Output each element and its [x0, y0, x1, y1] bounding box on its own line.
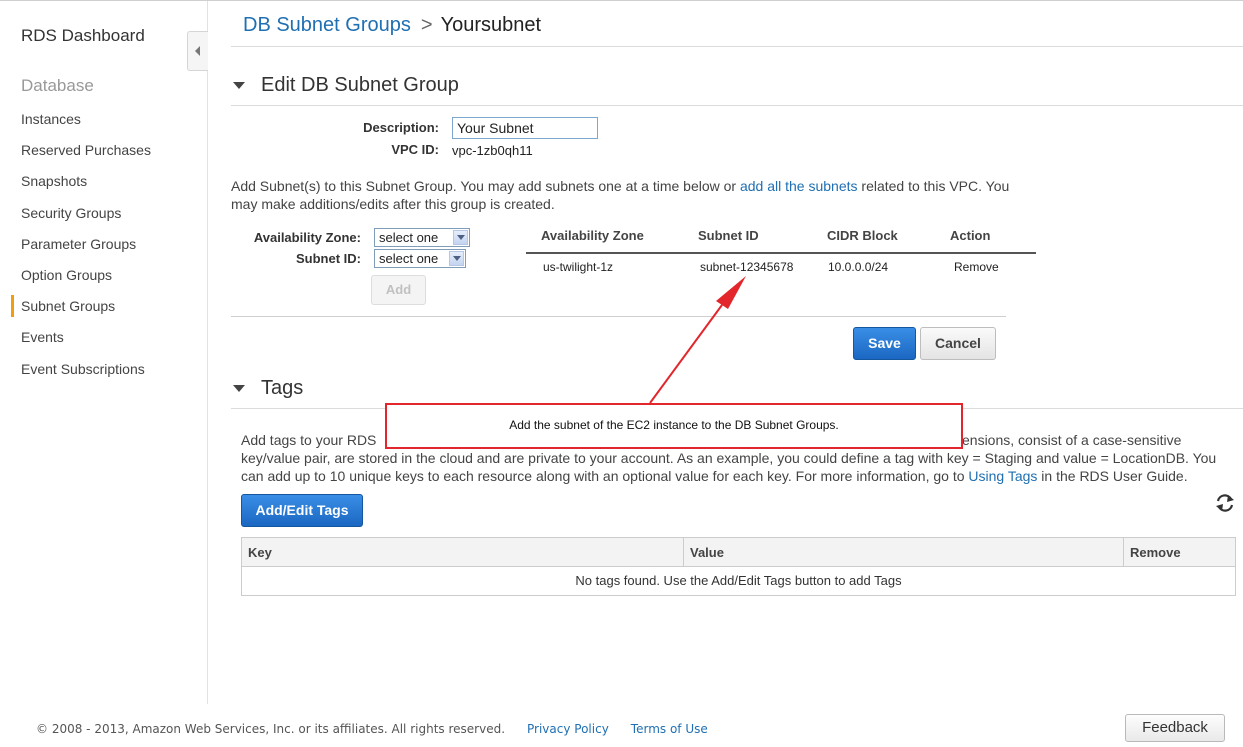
edit-section-divider	[231, 105, 1243, 106]
tags-info-line3-part1: can add up to 10 unique keys to each res…	[241, 468, 969, 484]
subnet-row-subnet-id: subnet-12345678	[700, 260, 794, 274]
sidebar-nav-list: Instances Reserved Purchases Snapshots S…	[0, 108, 207, 389]
refresh-icon[interactable]	[1214, 492, 1236, 514]
subnet-row-cidr: 10.0.0.0/24	[828, 260, 889, 274]
form-divider	[231, 316, 1006, 317]
add-subnet-button[interactable]: Add	[371, 275, 426, 305]
subnet-id-select-value: select one	[379, 251, 439, 266]
chevron-down-icon[interactable]	[453, 230, 468, 245]
sidebar-item-parameter-groups[interactable]: Parameter Groups	[0, 233, 207, 264]
subnet-id-select[interactable]: select one	[374, 249, 466, 268]
sidebar-item-event-subscriptions[interactable]: Event Subscriptions	[0, 358, 207, 389]
footer: © 2008 - 2013, Amazon Web Services, Inc.…	[36, 722, 708, 736]
chevron-down-icon[interactable]	[449, 251, 464, 266]
tags-info-line3: can add up to 10 unique keys to each res…	[241, 467, 1243, 485]
tags-info-line1-start: Add tags to your RDS r	[241, 432, 381, 448]
tags-info-line1-end: ensions, consist of a case-sensitive	[962, 432, 1182, 448]
feedback-button[interactable]: Feedback	[1125, 714, 1225, 742]
availability-zone-select[interactable]: select one	[374, 228, 470, 247]
tags-info-line2: key/value pair, are stored in the cloud …	[241, 450, 1217, 466]
subnet-table-header-action: Action	[950, 228, 991, 243]
subnet-table-header-cidr: CIDR Block	[827, 228, 898, 243]
tags-empty-message: No tags found. Use the Add/Edit Tags but…	[575, 573, 902, 588]
breadcrumb-current: Yoursubnet	[440, 14, 542, 36]
add-all-subnets-link[interactable]: add all the subnets	[740, 178, 858, 194]
sidebar-item-option-groups[interactable]: Option Groups	[0, 264, 207, 295]
tags-info-line3-part2: in the RDS User Guide.	[1037, 468, 1188, 484]
tags-table-header: Key Value Remove	[242, 538, 1235, 567]
sidebar-item-instances[interactable]: Instances	[0, 108, 207, 139]
subnet-info-part1: Add Subnet(s) to this Subnet Group. You …	[231, 178, 740, 194]
tags-header-key[interactable]: Key	[242, 538, 683, 567]
sidebar-item-snapshots[interactable]: Snapshots	[0, 170, 207, 201]
vpc-id-value: vpc-1zb0qh11	[452, 143, 533, 158]
tags-table: Key Value Remove No tags found. Use the …	[241, 537, 1236, 596]
breadcrumb-separator: >	[420, 14, 433, 36]
subnet-info-text: Add Subnet(s) to this Subnet Group. You …	[231, 177, 1243, 213]
caret-down-icon[interactable]	[233, 385, 245, 392]
footer-copyright: © 2008 - 2013, Amazon Web Services, Inc.…	[36, 722, 506, 736]
sidebar: RDS Dashboard Database Instances Reserve…	[0, 1, 208, 704]
subnet-info-part2: related to this VPC. You	[857, 178, 1010, 194]
edit-section-title: Edit DB Subnet Group	[261, 74, 459, 96]
subnet-table-header-subnet-id: Subnet ID	[698, 228, 759, 243]
subnet-row-remove-link[interactable]: Remove	[954, 260, 999, 274]
subnet-info-line2: may make additions/edits after this grou…	[231, 196, 555, 212]
tags-section-title: Tags	[261, 377, 304, 399]
terms-of-use-link[interactable]: Terms of Use	[631, 722, 708, 736]
sidebar-item-events[interactable]: Events	[0, 326, 207, 357]
annotation-callout: Add the subnet of the EC2 instance to th…	[385, 403, 963, 449]
add-edit-tags-button[interactable]: Add/Edit Tags	[241, 494, 363, 527]
edit-section-header[interactable]: Edit DB Subnet Group	[233, 74, 459, 97]
subnet-table-header-rule	[526, 252, 1036, 254]
collapse-sidebar-button[interactable]	[187, 31, 208, 71]
description-label: Description:	[363, 120, 439, 135]
tags-header-remove[interactable]: Remove	[1123, 538, 1235, 567]
availability-zone-select-value: select one	[379, 230, 439, 245]
sidebar-item-reserved-purchases[interactable]: Reserved Purchases	[0, 139, 207, 170]
sidebar-section-database: Database	[21, 76, 94, 95]
availability-zone-label: Availability Zone:	[253, 230, 361, 245]
save-button[interactable]: Save	[853, 327, 916, 360]
caret-down-icon[interactable]	[233, 82, 245, 89]
tags-header-value[interactable]: Value	[683, 538, 1123, 567]
privacy-policy-link[interactable]: Privacy Policy	[527, 722, 609, 736]
sidebar-item-subnet-groups[interactable]: Subnet Groups	[0, 295, 207, 326]
sidebar-title[interactable]: RDS Dashboard	[21, 26, 145, 46]
vpc-id-label: VPC ID:	[391, 142, 439, 157]
subnet-id-label: Subnet ID:	[296, 251, 361, 266]
tags-section-header[interactable]: Tags	[233, 377, 303, 400]
description-input[interactable]	[452, 117, 598, 139]
breadcrumb-db-subnet-groups[interactable]: DB Subnet Groups	[243, 14, 411, 36]
header-divider	[231, 46, 1243, 47]
cancel-button[interactable]: Cancel	[920, 327, 996, 360]
breadcrumb: DB Subnet Groups > Yoursubnet	[243, 14, 541, 37]
sidebar-item-security-groups[interactable]: Security Groups	[0, 202, 207, 233]
subnet-table-header-az: Availability Zone	[541, 228, 644, 243]
subnet-row-az: us-twilight-1z	[543, 260, 614, 274]
using-tags-link[interactable]: Using Tags	[968, 468, 1037, 484]
